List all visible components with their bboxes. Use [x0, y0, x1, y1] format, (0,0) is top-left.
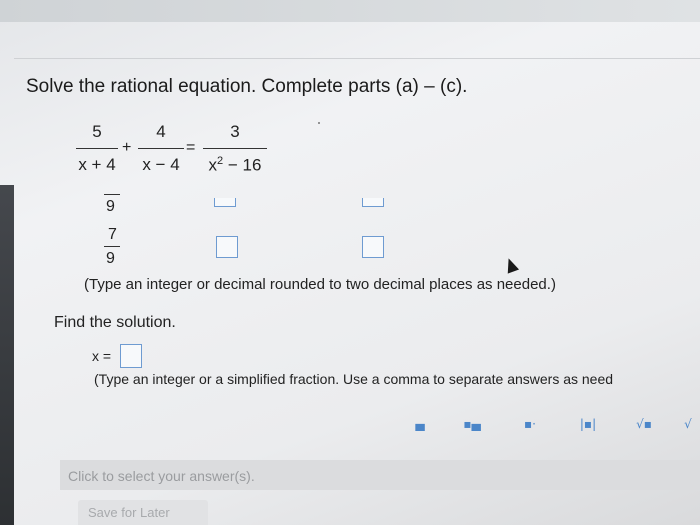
absolute-value-icon[interactable]: |▪|: [568, 410, 608, 438]
row1-digit: 9: [106, 198, 115, 215]
x-equals-label: x =: [92, 348, 112, 364]
screen: Solve the rational equation. Complete pa…: [0, 0, 700, 525]
question-title: Solve the rational equation. Complete pa…: [26, 76, 468, 97]
exponent-icon[interactable]: ▪·: [510, 410, 550, 438]
save-for-later-label: Save for Later: [88, 505, 170, 520]
math-toolbar: ▄ ▪▄ ▪· |▪| √▪ √: [400, 410, 700, 442]
row2-numerator: 7: [108, 226, 117, 243]
term1-bar: [76, 148, 118, 149]
fraction-term3: 3 x2 − 16: [203, 122, 267, 176]
equals-sign: =: [186, 139, 196, 156]
term3-bar: [203, 148, 267, 149]
fraction-note: (Type an integer or a simplified fractio…: [94, 371, 614, 387]
fraction-term1: 5 x + 4: [76, 122, 118, 175]
term2-bar: [138, 148, 184, 149]
term2-numerator: 4: [156, 122, 166, 141]
term1-numerator: 5: [92, 122, 102, 141]
stray-dot: [318, 122, 320, 124]
row1-answer-box-a[interactable]: [214, 198, 236, 207]
header-divider: [14, 58, 700, 59]
row1-bar: [104, 194, 120, 195]
term3-numerator: 3: [230, 122, 240, 141]
left-bezel: [0, 185, 14, 525]
term1-denominator: x + 4: [78, 155, 116, 174]
row1-answer-box-b[interactable]: [362, 198, 384, 207]
row2-answer-box-b[interactable]: [362, 236, 384, 258]
term2-denominator: x − 4: [142, 155, 180, 174]
square-root-icon[interactable]: √▪: [624, 410, 664, 438]
x-answer-input[interactable]: [120, 344, 142, 368]
top-strip: [0, 0, 700, 22]
row2-denominator: 9: [106, 250, 115, 267]
find-solution-label: Find the solution.: [54, 314, 176, 331]
mixed-number-icon[interactable]: ▪▄: [452, 410, 492, 438]
rounding-note: (Type an integer or decimal rounded to t…: [84, 276, 556, 293]
fraction-term2: 4 x − 4: [138, 122, 184, 175]
fraction-icon[interactable]: ▄: [400, 410, 440, 438]
nth-root-icon[interactable]: √: [676, 410, 700, 438]
term3-den-rest: − 16: [223, 155, 262, 175]
row2-answer-box-a[interactable]: [216, 236, 238, 258]
term3-den-base: x: [208, 155, 218, 175]
mouse-cursor-icon: [502, 256, 520, 274]
row2-bar: [104, 246, 120, 247]
term3-denominator: x2 − 16: [203, 155, 267, 176]
plus-sign: +: [122, 139, 132, 156]
click-to-select-text: Click to select your answer(s).: [68, 468, 255, 484]
